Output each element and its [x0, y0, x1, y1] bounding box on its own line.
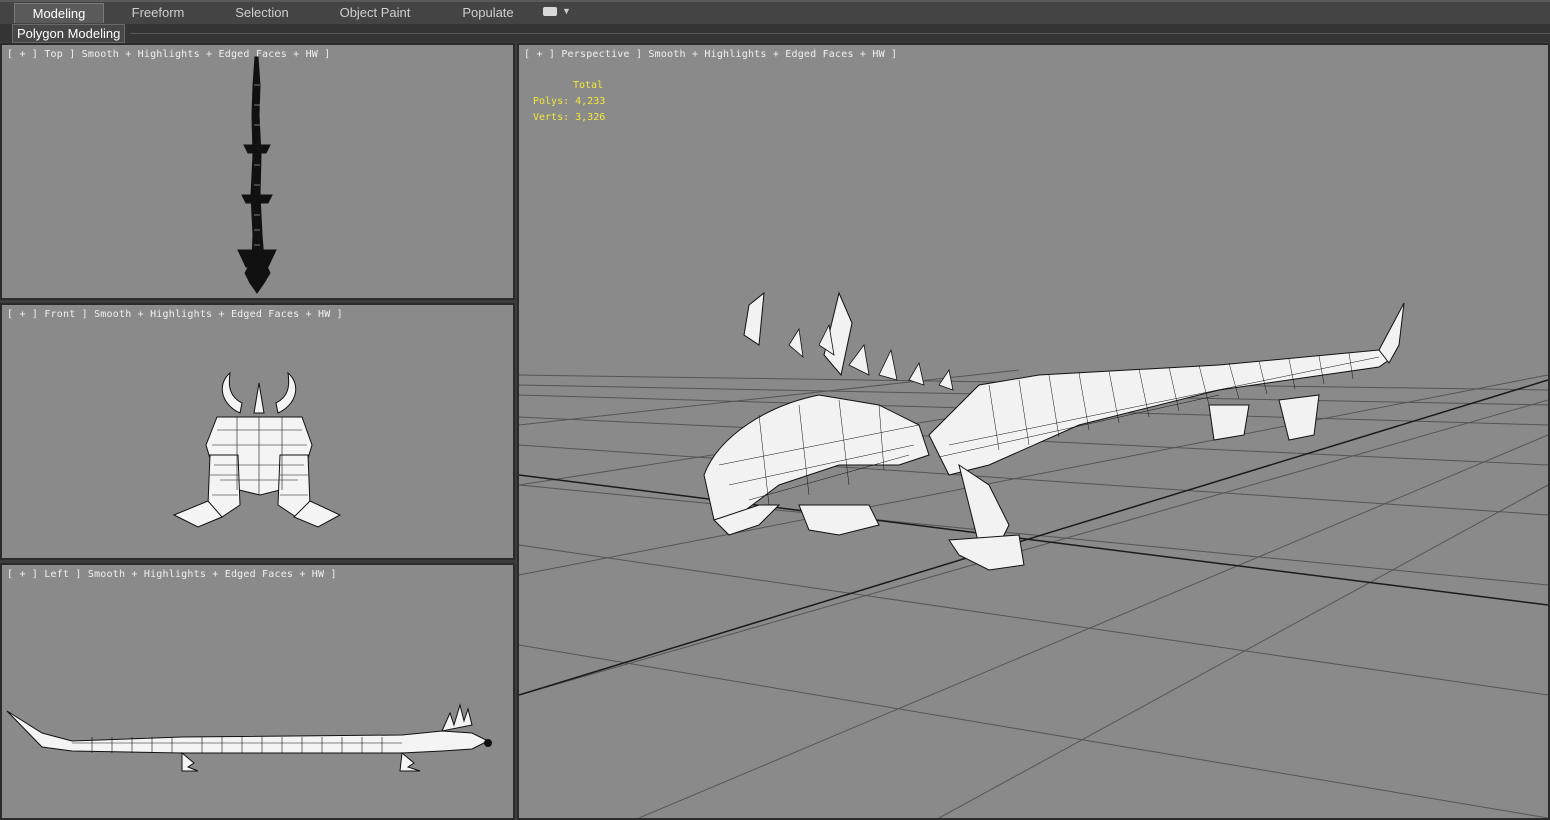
tab-populate[interactable]: Populate: [450, 3, 526, 22]
ribbon-options-icon[interactable]: [543, 7, 557, 16]
tab-modeling[interactable]: Modeling: [14, 3, 104, 23]
panel-divider: [130, 33, 1550, 34]
viewport-front[interactable]: [ + ] Front ] Smooth + Highlights + Edge…: [0, 303, 515, 560]
ribbon-panel-bar: Polygon Modeling: [0, 24, 1550, 43]
dragon-front-view: [172, 371, 342, 528]
tab-freeform[interactable]: Freeform: [118, 3, 198, 22]
panel-polygon-modeling[interactable]: Polygon Modeling: [12, 24, 126, 43]
ribbon-tab-bar: Modeling Freeform Selection Object Paint…: [0, 0, 1550, 25]
perspective-scene: [519, 291, 1548, 818]
viewport-left[interactable]: [ + ] Left ] Smooth + Highlights + Edged…: [0, 563, 515, 820]
dragon-left-view: [6, 703, 492, 772]
tab-selection[interactable]: Selection: [222, 3, 302, 22]
tab-object-paint[interactable]: Object Paint: [330, 3, 420, 22]
viewport-perspective[interactable]: [ + ] Perspective ] Smooth + Highlights …: [517, 43, 1550, 820]
ribbon-top-line: [0, 0, 1550, 2]
viewport-top[interactable]: [ + ] Top ] Smooth + Highlights + Edged …: [0, 43, 515, 300]
chevron-down-icon[interactable]: ▼: [562, 6, 571, 16]
dragon-top-view: [237, 56, 277, 294]
